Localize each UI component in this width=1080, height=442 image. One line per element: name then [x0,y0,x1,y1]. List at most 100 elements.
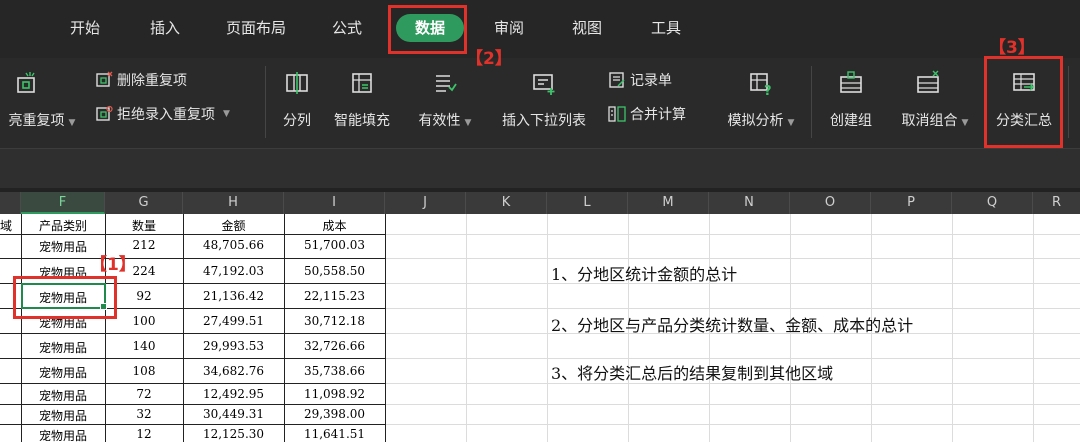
column-header-o[interactable]: O [790,192,871,214]
ribbon-divider [811,66,812,138]
tab-home[interactable]: 开始 [70,14,100,42]
flash-fill-label: 智能填充 [334,113,390,129]
table-cell[interactable]: 宠物用品 [21,364,105,381]
table-cell[interactable]: 30,712.18 [284,314,385,328]
ungroup-button[interactable]: 取消组合 ▼ [894,70,976,130]
table-cell[interactable]: 宠物用品 [21,387,105,404]
column-header-k[interactable]: K [466,192,547,214]
instruction-note-3: 3、将分类汇总后的结果复制到其他区域 [551,364,834,383]
table-cell[interactable]: 22,115.23 [284,289,385,303]
validation-button[interactable]: 有效性 ▼ [413,70,477,130]
table-cell[interactable]: 32 [105,407,183,421]
consolidate-button[interactable]: 合并计算 [608,104,686,124]
table-border [0,333,385,334]
table-cell[interactable]: 宠物用品 [21,407,105,424]
table-cell[interactable]: 72 [105,387,183,401]
svg-text:?: ? [764,84,772,96]
table-cell[interactable]: 108 [105,364,183,378]
remove-duplicates-button[interactable]: 删除重复项 [95,70,187,90]
column-header-r[interactable]: R [1033,192,1080,214]
reject-duplicates-button[interactable]: 拒绝录入重复项 ▼ [95,104,230,124]
table-cell[interactable]: 29,993.53 [183,339,284,353]
highlight-duplicates-button[interactable]: 亮重复项 ▼ [0,70,90,130]
flash-fill-button[interactable]: 智能填充 [330,70,394,130]
table-cell[interactable]: 11,098.92 [284,387,385,401]
chevron-down-icon: ▼ [464,118,472,128]
chevron-down-icon: ▼ [787,118,795,128]
tab-page-layout[interactable]: 页面布局 [226,14,286,42]
table-cell[interactable]: 11,641.51 [284,427,385,441]
formula-bar[interactable] [0,148,1080,188]
column-header-f[interactable]: F [21,192,105,214]
instruction-note-1: 1、分地区统计金额的总计 [551,265,738,284]
annotation-label-step1: 【1】 [90,255,136,275]
instruction-note-2: 2、分地区与产品分类统计数量、金额、成本的总计 [551,316,914,335]
column-header-j[interactable]: J [385,192,466,214]
spreadsheet-grid[interactable]: 域 产品类别 数量 金额 成本 宠物用品 212 48,705.66 51,70… [0,214,1080,442]
header-cell-quantity[interactable]: 数量 [105,217,183,234]
column-header-n[interactable]: N [709,192,790,214]
remove-duplicates-label: 删除重复项 [117,73,187,89]
table-cell[interactable]: 宠物用品 [21,427,105,442]
header-cell-amount[interactable]: 金额 [183,217,284,234]
insert-dropdown-label: 插入下拉列表 [502,113,586,129]
insert-dropdown-button[interactable]: 插入下拉列表 [496,70,592,130]
header-cell-partial[interactable]: 域 [0,217,21,234]
column-header-h[interactable]: H [183,192,284,214]
table-cell[interactable]: 50,558.50 [284,264,385,278]
table-cell[interactable]: 宠物用品 [21,339,105,356]
table-border [0,358,385,359]
table-cell[interactable]: 47,192.03 [183,264,284,278]
menu-bar: 开始 插入 页面布局 公式 数据 审阅 视图 工具 [0,0,1080,58]
chevron-down-icon: ▼ [961,118,969,128]
gridline [547,214,548,442]
column-header-g[interactable]: G [105,192,183,214]
table-cell[interactable]: 34,682.76 [183,364,284,378]
header-cell-category[interactable]: 产品类别 [21,217,105,234]
header-cell-cost[interactable]: 成本 [284,217,385,234]
create-group-icon [840,71,862,93]
annotation-box-subtotal [984,56,1063,148]
record-form-icon [609,72,625,88]
table-cell[interactable]: 32,726.66 [284,339,385,353]
table-cell[interactable]: 30,449.31 [183,407,284,421]
what-if-analysis-label: 模拟分析 [727,113,784,129]
remove-duplicates-icon [96,71,113,87]
column-header-i[interactable]: I [284,192,385,214]
table-cell[interactable]: 27,499.51 [183,314,284,328]
table-cell[interactable]: 48,705.66 [183,238,284,252]
column-header-l[interactable]: L [547,192,628,214]
column-header-e[interactable] [0,192,21,214]
table-cell[interactable]: 35,738.66 [284,364,385,378]
ribbon: 亮重复项 ▼ 删除重复项 拒绝录入重复项 ▼ 分列 智能填充 有效性 ▼ 插入下拉列表… [0,58,1080,148]
ribbon-divider [265,66,266,138]
what-if-analysis-button[interactable]: ? 模拟分析 ▼ [720,70,802,130]
split-columns-label: 分列 [283,113,311,129]
tab-view[interactable]: 视图 [572,14,602,42]
table-cell[interactable]: 12 [105,427,183,441]
consolidate-icon [608,106,626,122]
table-cell[interactable]: 140 [105,339,183,353]
gridline [1033,214,1034,442]
table-cell[interactable]: 12,125.30 [183,427,284,441]
record-form-button[interactable]: 记录单 [608,70,672,90]
validation-icon [436,75,457,92]
insert-dropdown-icon [533,74,555,95]
column-header-q[interactable]: Q [952,192,1033,214]
table-cell[interactable]: 51,700.03 [284,238,385,252]
flash-fill-icon [352,73,372,93]
table-cell[interactable]: 29,398.00 [284,407,385,421]
record-form-label: 记录单 [630,73,672,89]
tab-formulas[interactable]: 公式 [332,14,362,42]
column-header-m[interactable]: M [628,192,709,214]
annotation-box-data-tab [388,5,467,54]
column-header-p[interactable]: P [871,192,952,214]
split-columns-button[interactable]: 分列 [278,70,316,130]
create-group-button[interactable]: 创建组 [826,70,876,130]
tab-insert[interactable]: 插入 [150,14,180,42]
table-cell[interactable]: 21,136.42 [183,289,284,303]
tab-tools[interactable]: 工具 [651,14,681,42]
table-cell[interactable]: 12,492.95 [183,387,284,401]
tab-review[interactable]: 审阅 [494,14,524,42]
create-group-label: 创建组 [830,113,872,129]
